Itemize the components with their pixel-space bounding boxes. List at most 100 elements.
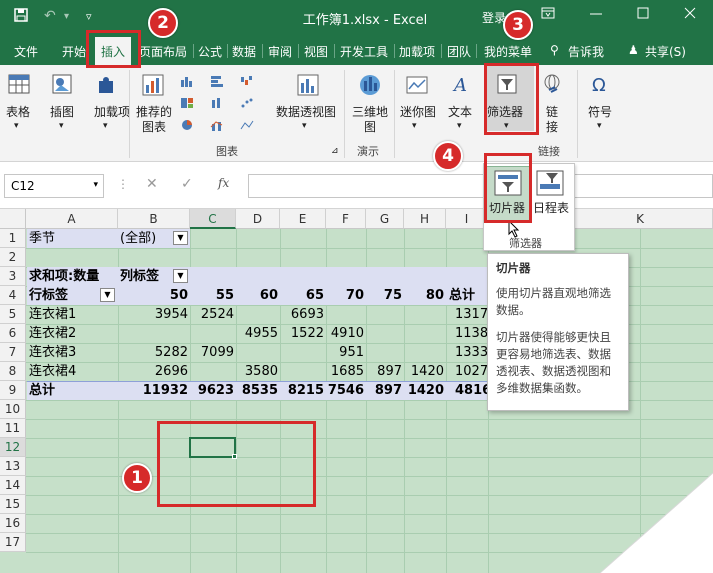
select-all-corner[interactable] — [0, 209, 26, 229]
column-header-a[interactable]: A — [26, 209, 118, 229]
tab-home[interactable]: 开始 — [62, 43, 86, 60]
row-header[interactable]: 11 — [0, 419, 26, 438]
pie-chart-icon[interactable] — [180, 119, 194, 131]
pivot-total-cell: 8535 — [241, 383, 278, 398]
tab-page-layout[interactable]: 页面布局 — [139, 43, 187, 60]
chevron-down-icon[interactable]: ▾ — [597, 119, 602, 134]
surface-chart-icon[interactable] — [240, 119, 254, 131]
pivot-col-header: 总计 — [449, 288, 476, 303]
annotation-badge: 4 — [433, 141, 463, 171]
filter-dropdown-button[interactable]: ▼ — [173, 231, 188, 245]
chevron-down-icon[interactable]: ▾ — [59, 119, 64, 134]
row-header[interactable]: 9 — [0, 381, 26, 400]
tab-formulas[interactable]: 公式 — [198, 43, 222, 60]
ribbon-display-options-icon[interactable] — [541, 6, 555, 24]
row-header[interactable]: 1 — [0, 229, 26, 248]
row-header[interactable]: 14 — [0, 476, 26, 495]
chevron-down-icon[interactable]: ▾ — [412, 119, 417, 134]
links-group-label: 链接 — [538, 145, 560, 158]
tab-review[interactable]: 审阅 — [268, 43, 292, 60]
row-label-dropdown-button[interactable]: ▼ — [100, 288, 115, 302]
column-header-g[interactable]: G — [366, 209, 404, 229]
cancel-icon[interactable]: ✕ — [146, 176, 158, 192]
row-header[interactable]: 6 — [0, 324, 26, 343]
maximize-icon[interactable] — [637, 6, 649, 24]
row-header[interactable]: 15 — [0, 495, 26, 514]
waterfall-chart-icon[interactable] — [240, 75, 254, 87]
column-header-f[interactable]: F — [326, 209, 366, 229]
link-button[interactable]: 链 接 — [546, 105, 558, 135]
recommended-charts-button[interactable]: 推荐的 图表 — [136, 105, 172, 135]
dialog-launcher-icon[interactable]: ⊿ — [331, 144, 339, 159]
enter-icon[interactable]: ✓ — [181, 176, 193, 192]
tab-addins[interactable]: 加载项 — [399, 43, 435, 60]
pivot-cell: 1685 — [330, 364, 364, 379]
addins-button[interactable]: 加载项 — [94, 105, 130, 120]
insert-function-icon[interactable]: fx — [218, 176, 229, 190]
save-icon[interactable] — [14, 8, 28, 26]
column-header-i[interactable]: I — [446, 209, 488, 229]
row-header[interactable]: 5 — [0, 305, 26, 324]
row-header[interactable]: 8 — [0, 362, 26, 381]
pivot-col-header: 60 — [259, 288, 278, 303]
column-header-h[interactable]: H — [404, 209, 446, 229]
row-header[interactable]: 13 — [0, 457, 26, 476]
link-icon — [541, 73, 563, 98]
sparklines-button[interactable]: 迷你图 — [400, 105, 436, 120]
column-header-d[interactable]: D — [236, 209, 280, 229]
statistic-chart-icon[interactable] — [210, 97, 224, 109]
slicer-tooltip: 切片器 使用切片器直观地筛选数据。 切片器使得能够更快且更容易地筛选表、数据透视… — [487, 253, 629, 411]
column-header-c[interactable]: C — [190, 209, 236, 229]
tell-me-input[interactable]: 告诉我 — [568, 43, 604, 60]
pivot-row-name: 连衣裙4 — [29, 364, 77, 379]
row-header[interactable]: 10 — [0, 400, 26, 419]
chevron-down-icon[interactable]: ▾ — [302, 119, 307, 134]
chevron-down-icon[interactable]: ▾ — [93, 180, 98, 190]
illustrations-button[interactable]: 插图 — [50, 105, 74, 120]
tab-separator — [394, 44, 395, 58]
symbols-button[interactable]: 符号 — [588, 105, 612, 120]
timeline-menu-item[interactable]: 日程表 — [533, 201, 569, 216]
pivot-col-header: 50 — [169, 288, 188, 303]
column-label-dropdown-button[interactable]: ▼ — [173, 269, 188, 283]
undo-icon[interactable]: ↶ — [44, 8, 56, 24]
column-chart-icon[interactable] — [180, 75, 194, 87]
minimize-icon[interactable] — [590, 6, 602, 24]
tab-data[interactable]: 数据 — [232, 43, 256, 60]
share-icon[interactable]: ♟ — [628, 43, 639, 57]
row-header[interactable]: 7 — [0, 343, 26, 362]
row-header[interactable]: 3 — [0, 267, 26, 286]
row-header[interactable]: 16 — [0, 514, 26, 533]
tab-team[interactable]: 团队 — [447, 43, 471, 60]
tab-file[interactable]: 文件 — [14, 43, 38, 60]
hierarchy-chart-icon[interactable] — [180, 97, 194, 109]
redo-dropdown-icon[interactable]: ▾ — [64, 11, 69, 22]
combo-chart-icon[interactable] — [210, 119, 224, 131]
scatter-chart-icon[interactable] — [240, 97, 254, 109]
pivotchart-button[interactable]: 数据透视图 — [276, 105, 336, 120]
bar-chart-icon[interactable] — [210, 75, 224, 87]
formula-input[interactable] — [248, 174, 713, 198]
sparklines-icon — [405, 73, 429, 100]
quick-access-customize-icon[interactable]: ▿ — [86, 10, 92, 23]
name-box[interactable]: C12 ▾ — [4, 174, 104, 198]
tab-developer[interactable]: 开发工具 — [340, 43, 388, 60]
tab-my-menu[interactable]: 我的菜单 — [484, 43, 532, 60]
chevron-down-icon[interactable]: ▾ — [14, 119, 19, 134]
tell-me-icon[interactable]: ⚲ — [550, 43, 559, 57]
map3d-button[interactable]: 三维地 图 — [352, 105, 388, 135]
column-header-b[interactable]: B — [118, 209, 190, 229]
row-header[interactable]: 2 — [0, 248, 26, 267]
gridline — [26, 419, 713, 420]
chevron-down-icon[interactable]: ▾ — [103, 119, 108, 134]
tab-view[interactable]: 视图 — [304, 43, 328, 60]
share-button[interactable]: 共享(S) — [645, 43, 686, 60]
close-icon[interactable] — [684, 6, 696, 24]
row-header[interactable]: 4 — [0, 286, 26, 305]
text-button[interactable]: 文本 — [448, 105, 472, 120]
column-header-e[interactable]: E — [280, 209, 326, 229]
table-button[interactable]: 表格 — [6, 105, 30, 120]
row-header[interactable]: 17 — [0, 533, 26, 552]
row-header[interactable]: 12 — [0, 438, 26, 457]
chevron-down-icon[interactable]: ▾ — [457, 119, 462, 134]
